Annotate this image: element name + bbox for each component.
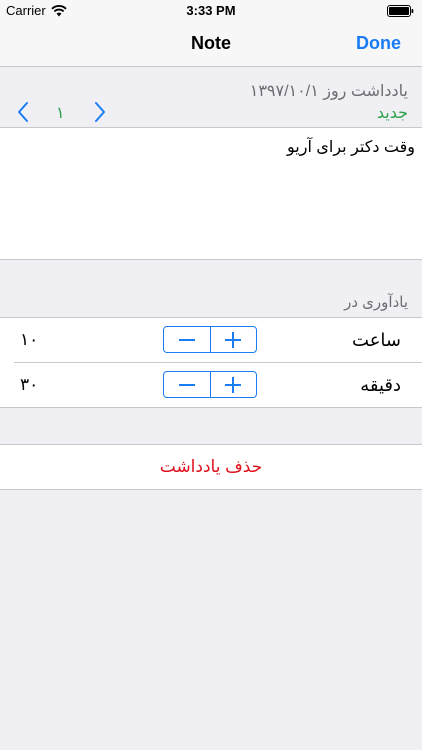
delete-note-button[interactable]: حذف یادداشت [0,444,422,490]
new-note-button[interactable]: جدید [377,103,408,123]
hour-stepper[interactable] [163,326,257,353]
minute-row: ۳۰ دقیقه [0,363,422,407]
minute-value: ۳۰ [20,375,39,394]
status-time: 3:33 PM [186,3,236,18]
chevron-right-icon[interactable] [93,101,107,123]
reminder-section-label: یادآوری در [344,294,408,311]
minute-decrement-button[interactable] [164,372,210,397]
minus-icon [178,383,195,386]
chevron-left-icon[interactable] [16,101,30,123]
hour-decrement-button[interactable] [164,327,210,352]
done-button[interactable]: Done [356,33,401,54]
delete-note-label: حذف یادداشت [159,457,263,476]
note-text-area[interactable]: وقت دکتر برای آریو [0,127,422,260]
battery-icon [387,5,414,17]
hour-label: ساعت [352,330,401,350]
plus-icon [225,376,242,393]
status-bar: Carrier 3:33 PM [0,0,422,22]
minute-stepper[interactable] [163,371,257,398]
minute-increment-button[interactable] [209,372,257,397]
hour-row: ۱۰ ساعت [0,318,422,363]
note-text: وقت دکتر برای آریو [287,139,415,156]
navigation-bar: Note Done [0,22,422,67]
minute-label: دقیقه [360,375,401,395]
minus-icon [178,338,195,341]
plus-icon [225,331,242,348]
hour-increment-button[interactable] [209,327,257,352]
note-date-label: یادداشت روز ۱۳۹۷/۱۰/۱ [249,83,408,100]
hour-value: ۱۰ [20,330,39,349]
page-number: ۱ [56,105,65,122]
reminder-group: ۱۰ ساعت ۳۰ دقیقه [0,317,422,408]
